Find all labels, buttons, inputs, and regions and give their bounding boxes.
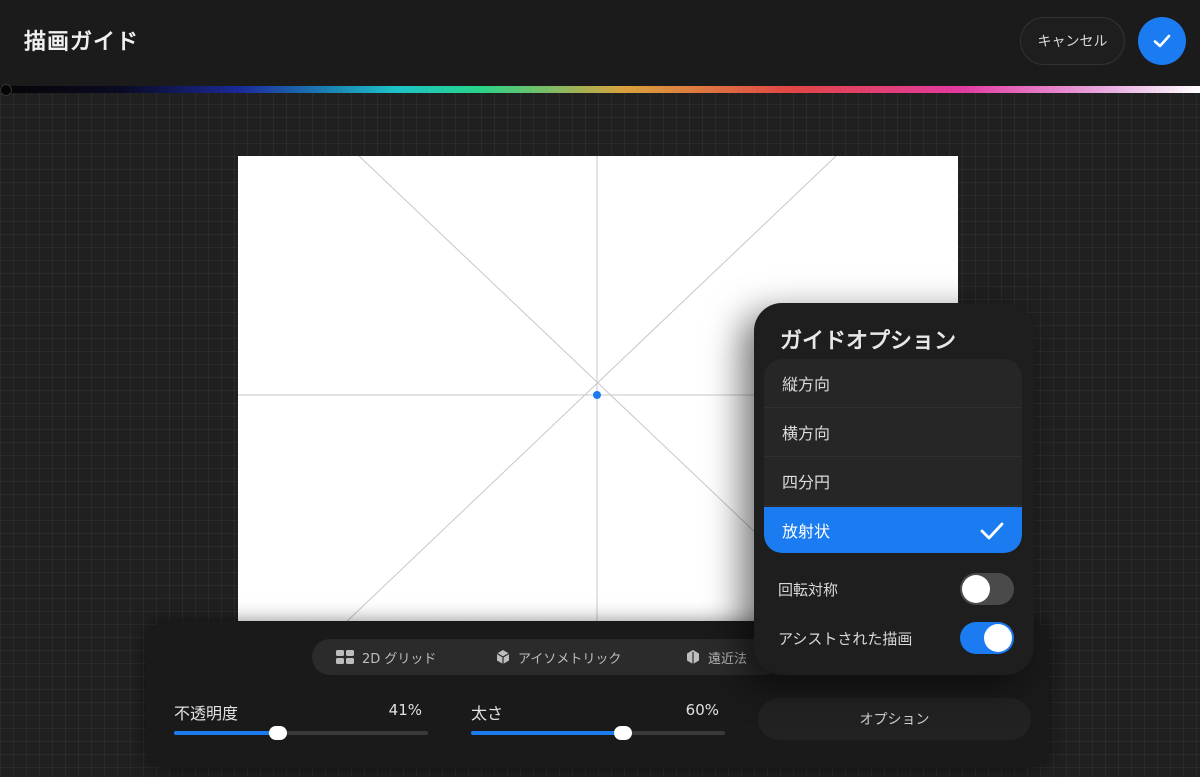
mode-label: 遠近法 [708, 651, 748, 667]
guide-options-popover: ガイドオプション 縦方向 横方向 四分円 放射状 回転対称 アシストされた描画 [754, 303, 1034, 675]
opacity-label: 不透明度 [174, 704, 239, 723]
guide-center-handle [593, 391, 601, 399]
mode-2d-grid[interactable]: 2D グリッド [336, 639, 436, 675]
guide-type-radial[interactable]: 放射状 [764, 507, 1022, 553]
mode-label: アイソメトリック [518, 651, 622, 667]
opacity-value: 41% [388, 701, 422, 719]
guide-mode-selector: 2D グリッド アイソメトリック 遠近法 [312, 639, 782, 675]
thickness-slider[interactable] [471, 726, 725, 740]
guide-color-slider[interactable] [0, 86, 1200, 93]
assisted-drawing-label: アシストされた描画 [778, 629, 913, 648]
rotational-symmetry-label: 回転対称 [778, 580, 839, 599]
toggle-knob [962, 575, 990, 603]
guide-type-label: 放射状 [782, 522, 831, 541]
opacity-slider[interactable] [174, 726, 428, 740]
checkmark-icon [1153, 34, 1171, 48]
thickness-value: 60% [685, 701, 719, 719]
guide-type-label: 縦方向 [782, 375, 831, 394]
assisted-drawing-row: アシストされた描画 [764, 617, 1022, 659]
options-button[interactable]: オプション [758, 698, 1031, 740]
done-button[interactable] [1138, 17, 1186, 65]
rotational-symmetry-toggle[interactable] [960, 573, 1014, 605]
rotational-symmetry-row: 回転対称 [764, 568, 1022, 610]
guide-type-vertical[interactable]: 縦方向 [764, 359, 1022, 408]
guide-type-quadrant[interactable]: 四分円 [764, 457, 1022, 506]
guide-type-list: 縦方向 横方向 四分円 放射状 [764, 359, 1022, 553]
page-title: 描画ガイド [24, 30, 140, 55]
thickness-fill [471, 731, 624, 735]
mode-perspective[interactable]: 遠近法 [686, 639, 747, 675]
thickness-label: 太さ [471, 704, 504, 723]
perspective-cube-icon [687, 650, 699, 664]
opacity-thumb[interactable] [269, 726, 288, 740]
guide-type-label: 横方向 [782, 424, 831, 443]
thickness-thumb[interactable] [614, 726, 633, 740]
popover-title: ガイドオプション [780, 329, 957, 354]
guide-type-label: 四分円 [782, 473, 831, 492]
mode-label: 2D グリッド [362, 651, 437, 667]
checkmark-icon [980, 522, 1004, 540]
opacity-fill [174, 731, 279, 735]
guide-color-handle[interactable] [0, 84, 12, 96]
assisted-drawing-toggle[interactable] [960, 622, 1014, 654]
cancel-button[interactable]: キャンセル [1020, 17, 1125, 65]
top-bar: 描画ガイド キャンセル [0, 0, 1200, 86]
mode-isometric[interactable]: アイソメトリック [496, 639, 621, 675]
grid-icon [336, 650, 354, 664]
guide-type-horizontal[interactable]: 横方向 [764, 408, 1022, 457]
toggle-knob [984, 624, 1012, 652]
isometric-cube-icon [496, 650, 510, 664]
